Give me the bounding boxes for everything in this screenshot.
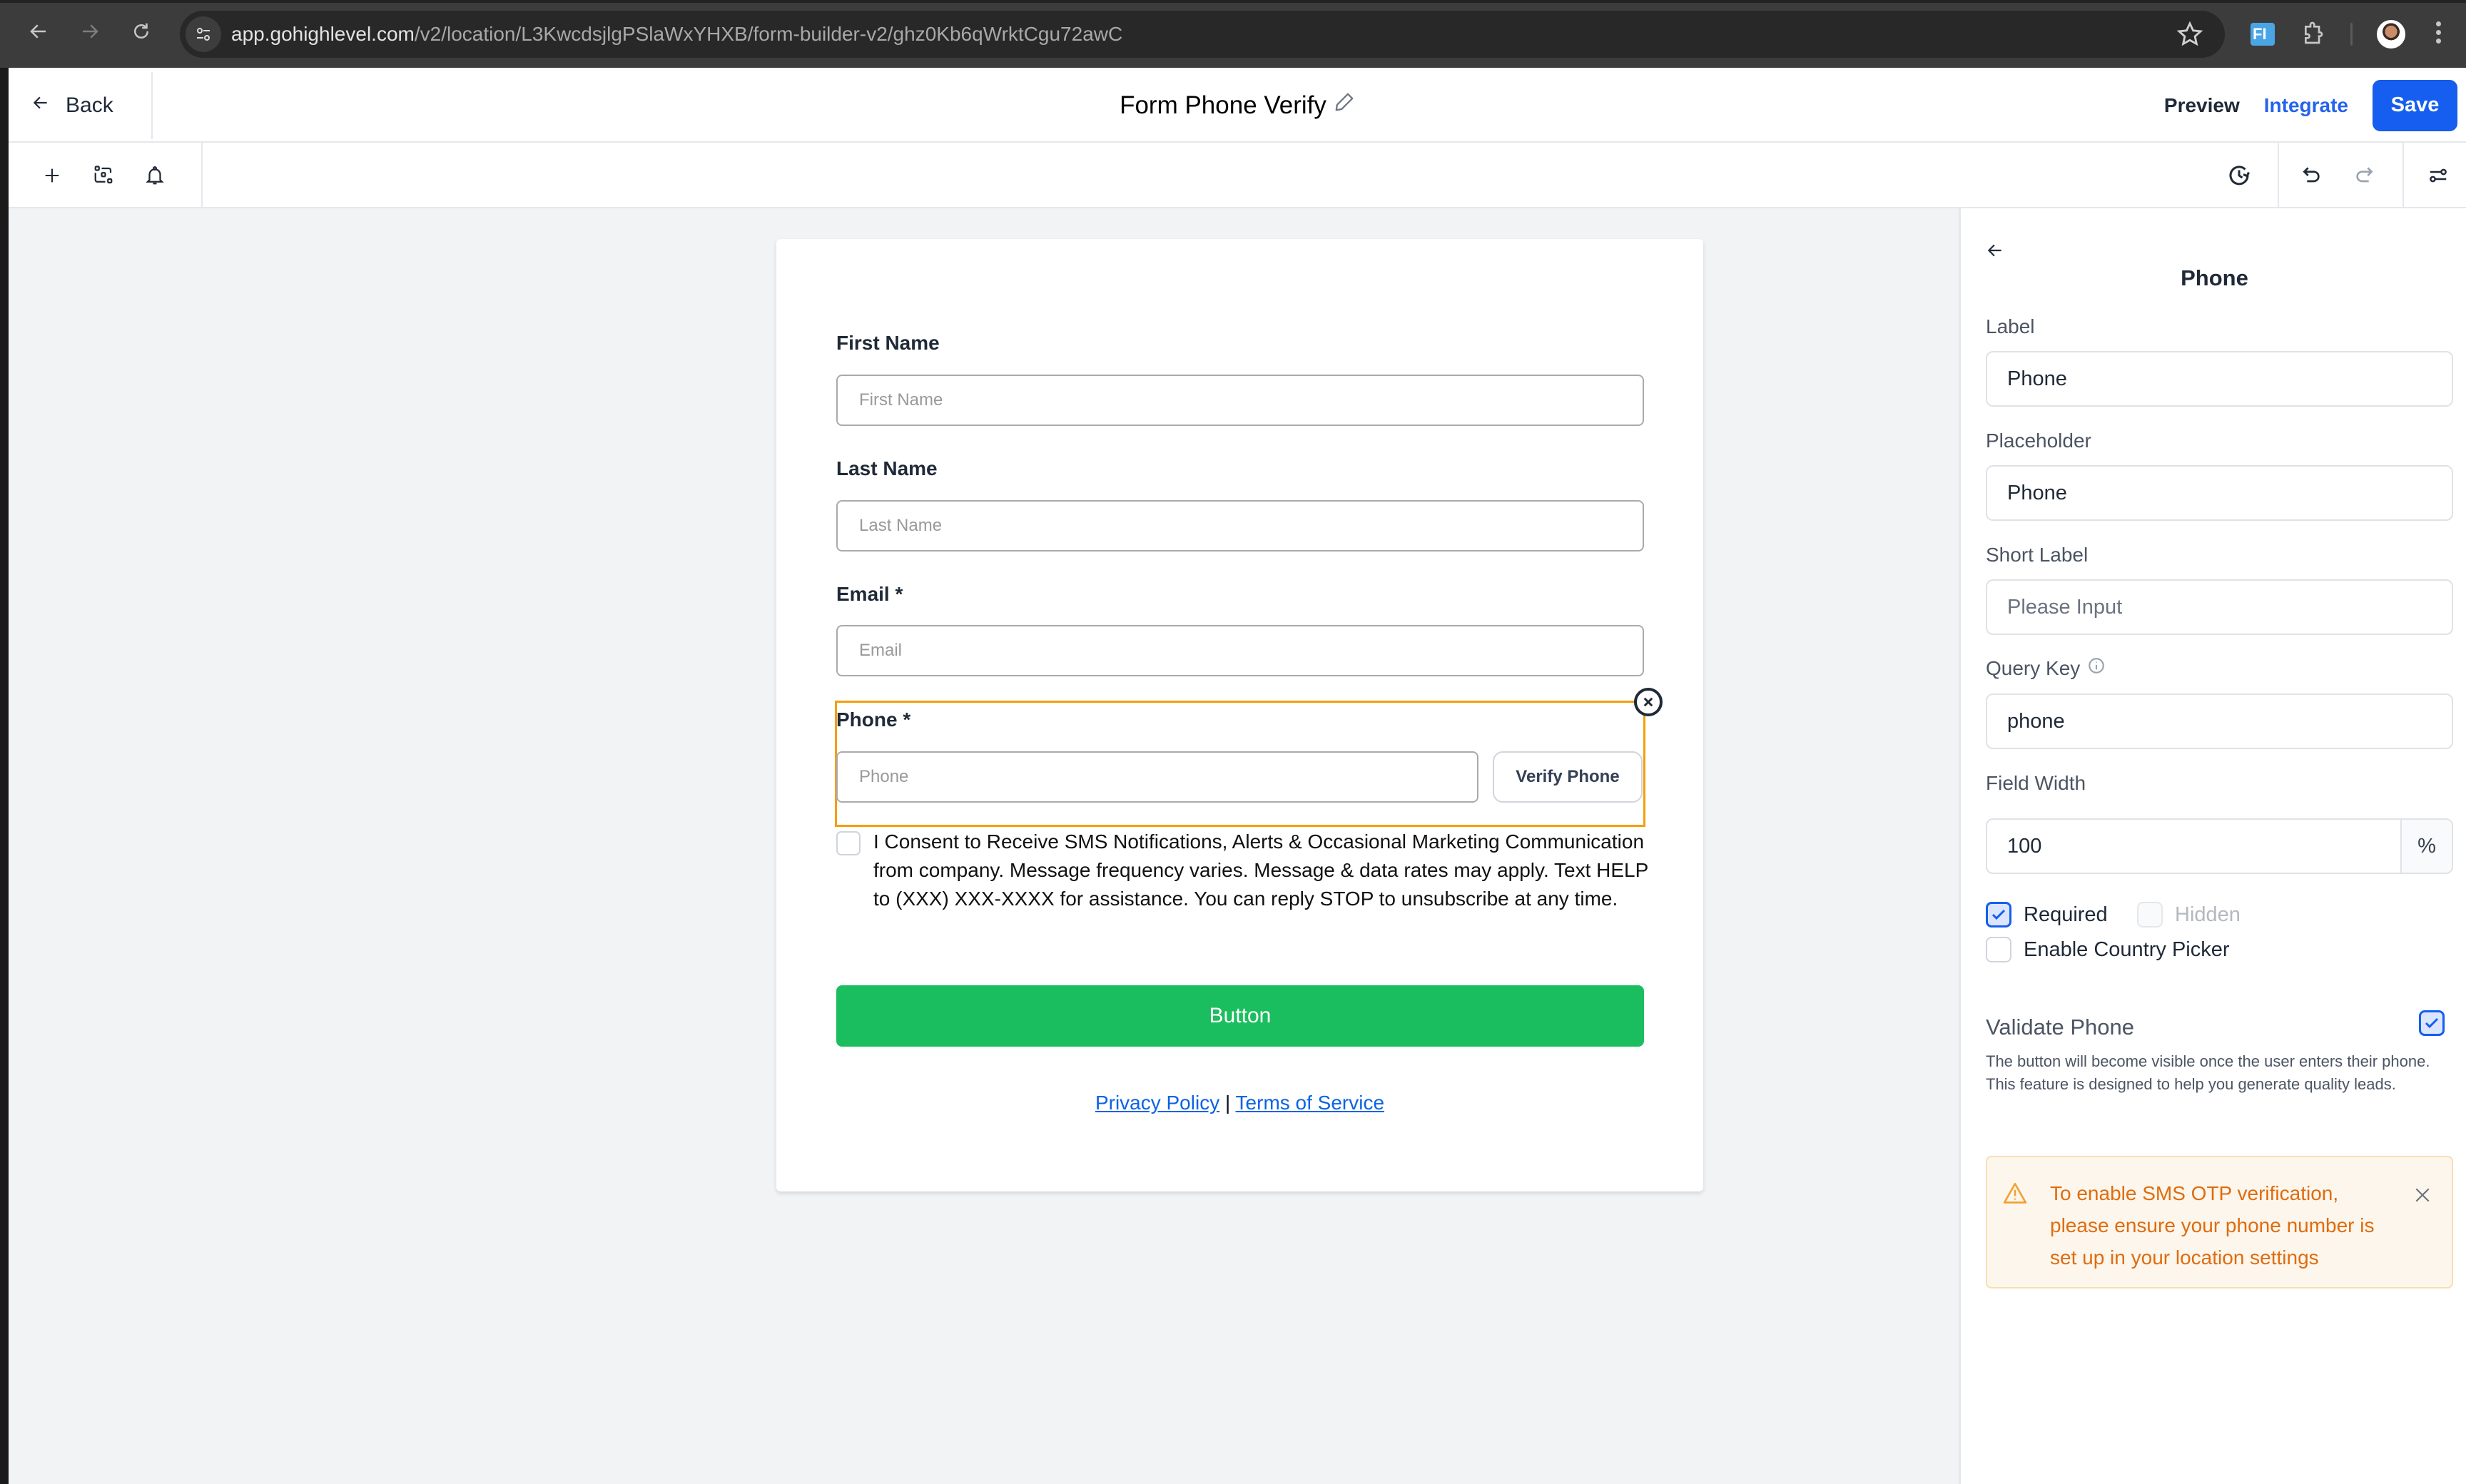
hidden-checkbox-row: Hidden [2137, 902, 2241, 928]
sms-consent-text: I Consent to Receive SMS Notifications, … [873, 830, 1648, 910]
phone-label: Phone * [836, 708, 911, 731]
field-width-label-text: Field Width [1986, 772, 2086, 794]
required-label: Required [2024, 903, 2108, 926]
bookmark-star-icon[interactable] [2176, 21, 2203, 48]
required-checkbox-row[interactable]: Required [1986, 902, 2108, 928]
field-settings-panel: Phone Label Phone Placeholder Phone Shor… [1959, 208, 2466, 1484]
pencil-edit-icon[interactable] [1334, 90, 1355, 121]
label-field-label-text: Label [1986, 315, 2035, 337]
profile-avatar[interactable] [2377, 20, 2405, 49]
sms-consent-checkbox[interactable] [836, 831, 861, 855]
address-bar[interactable]: app.gohighlevel.com/v2/location/L3Kwcdsj… [180, 11, 2225, 58]
extension-fi-icon[interactable]: FI [2251, 23, 2275, 46]
validate-phone-description: The button will become visible once the … [1986, 1052, 2430, 1093]
version-history-icon[interactable] [2226, 163, 2252, 188]
remove-field-close-icon[interactable] [1634, 688, 1663, 716]
country-picker-checkbox[interactable] [1986, 937, 2011, 962]
checkmark-icon [1991, 909, 2006, 920]
sms-otp-warning-alert: To enable SMS OTP verification, please e… [1986, 1156, 2453, 1289]
legal-links: Privacy Policy | Terms of Service [776, 1092, 1703, 1114]
toolbar-divider [201, 143, 203, 208]
url-domain: app.gohighlevel.com [231, 23, 415, 45]
undo-icon[interactable] [2299, 163, 2325, 188]
terms-of-service-link[interactable]: Terms of Service [1236, 1092, 1385, 1114]
required-checkbox[interactable] [1986, 902, 2011, 928]
privacy-policy-link[interactable]: Privacy Policy [1095, 1092, 1219, 1114]
alert-message: To enable SMS OTP verification, please e… [2050, 1182, 2375, 1269]
last-name-input[interactable]: Last Name [836, 500, 1644, 552]
app-header: Back Form Phone Verify Preview Integrate… [9, 68, 2466, 143]
tab-strip [0, 0, 2466, 3]
label-input[interactable]: Phone [1986, 351, 2453, 407]
settings-sliders-icon[interactable] [2425, 163, 2451, 188]
short-label-field-label: Short Label [1986, 544, 2088, 566]
integrate-button[interactable]: Integrate [2264, 94, 2348, 117]
placeholder-input[interactable]: Phone [1986, 465, 2453, 521]
url-text[interactable]: app.gohighlevel.com/v2/location/L3Kwcdsj… [231, 11, 1122, 58]
url-path: /v2/location/L3KwcdsjlgPSlaWxYHXB/form-b… [414, 23, 1123, 45]
toolbar-divider [2278, 143, 2279, 208]
short-label-input[interactable]: Please Input [1986, 579, 2453, 635]
query-key-label-text: Query Key [1986, 656, 2081, 679]
toolbar-divider [2402, 143, 2404, 208]
info-icon[interactable] [2087, 656, 2106, 680]
placeholder-field-label-text: Placeholder [1986, 430, 2091, 452]
validate-phone-label: Validate Phone [1986, 1015, 2134, 1040]
builder-toolbar [9, 143, 2466, 208]
last-name-label: Last Name [836, 457, 938, 479]
header-actions: Preview Integrate Save [2164, 68, 2466, 143]
query-key-input[interactable]: phone [1986, 693, 2453, 749]
toolbar-separator [2350, 23, 2353, 46]
query-key-field-label: Query Key [1986, 656, 2106, 680]
alert-close-icon[interactable] [2413, 1186, 2432, 1208]
short-label-field-label-text: Short Label [1986, 544, 2089, 566]
email-label: Email * [836, 583, 903, 605]
label-field-label: Label [1986, 315, 2035, 338]
validate-phone-checkbox[interactable] [2419, 1010, 2445, 1036]
save-button[interactable]: Save [2373, 79, 2457, 131]
placeholder-field-label: Placeholder [1986, 430, 2091, 452]
notification-bell-icon[interactable] [142, 163, 168, 188]
field-width-unit: % [2400, 820, 2452, 873]
layers-structure-icon[interactable] [91, 163, 116, 188]
browser-reload-icon[interactable] [127, 20, 156, 49]
redo-icon[interactable] [2351, 163, 2377, 188]
form-title[interactable]: Form Phone Verify [9, 68, 2466, 143]
email-input[interactable]: Email [836, 625, 1644, 676]
preview-button[interactable]: Preview [2164, 94, 2240, 117]
submit-button[interactable]: Button [836, 985, 1644, 1047]
browser-chrome: app.gohighlevel.com/v2/location/L3Kwcdsj… [0, 0, 2466, 68]
phone-input[interactable]: Phone [836, 751, 1478, 803]
country-picker-label: Enable Country Picker [2024, 937, 2230, 961]
country-picker-checkbox-row[interactable]: Enable Country Picker [1986, 937, 2230, 962]
panel-back-arrow-icon[interactable] [1986, 241, 2004, 263]
window-edge [0, 68, 9, 1484]
form-title-text: Form Phone Verify [1120, 91, 1326, 119]
panel-title: Phone [2181, 265, 2248, 290]
legal-separator: | [1224, 1092, 1231, 1114]
add-element-plus-icon[interactable] [39, 163, 65, 188]
field-width-label: Field Width [1986, 772, 2086, 795]
extensions-puzzle-icon[interactable] [2302, 21, 2325, 51]
site-settings-icon[interactable] [186, 16, 221, 52]
field-width-value[interactable]: 100 [1987, 820, 2400, 873]
verify-phone-button[interactable]: Verify Phone [1493, 751, 1643, 803]
hidden-label: Hidden [2175, 903, 2241, 926]
field-width-input[interactable]: 100 % [1986, 818, 2453, 874]
warning-triangle-icon [2003, 1181, 2027, 1208]
browser-menu-icon[interactable] [2436, 21, 2443, 47]
browser-back-icon[interactable] [24, 20, 53, 49]
hidden-checkbox [2137, 902, 2163, 928]
checkmark-icon [2425, 1017, 2439, 1029]
form-preview-card: First Name First Name Last Name Last Nam… [776, 239, 1703, 1191]
browser-forward-icon[interactable] [76, 20, 104, 49]
first-name-input[interactable]: First Name [836, 375, 1644, 426]
first-name-label: First Name [836, 332, 940, 354]
